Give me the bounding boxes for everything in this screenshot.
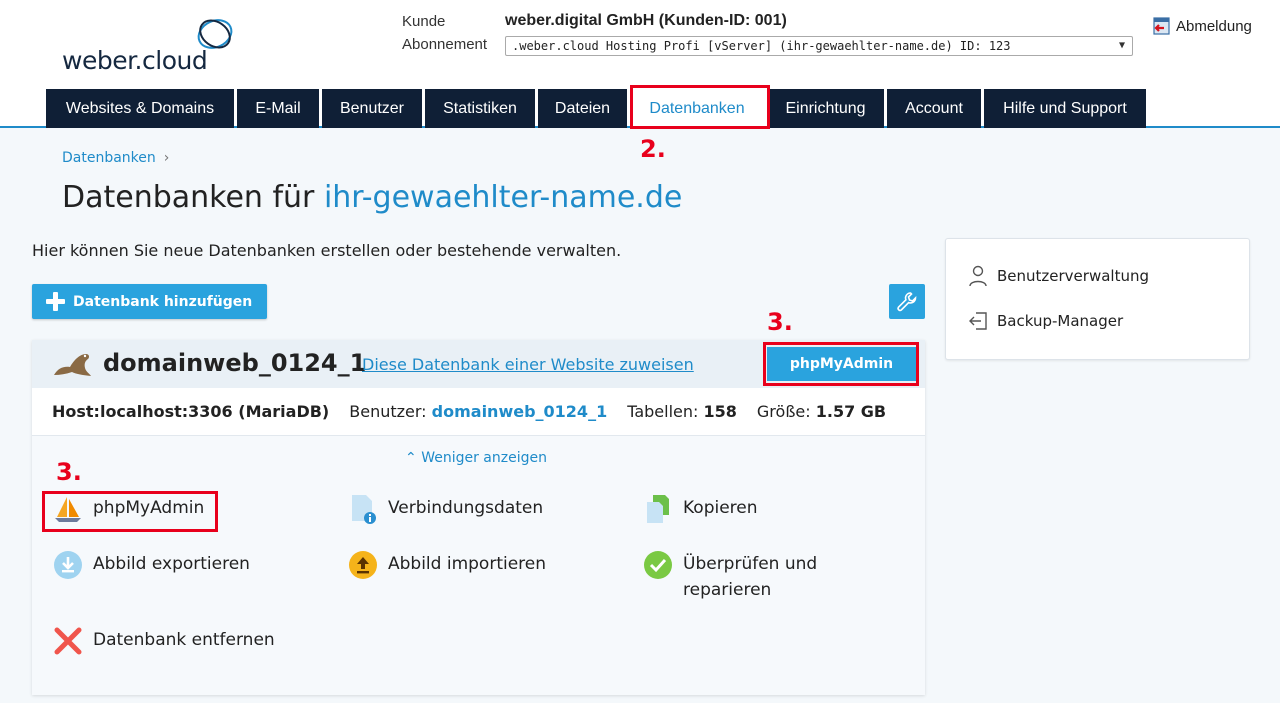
import-upload-icon — [347, 549, 379, 581]
database-name: domainweb_0124_1 — [103, 349, 367, 377]
action-copy-label: Kopieren — [683, 498, 758, 518]
sidebar-item-user-management[interactable]: Benutzerverwaltung — [968, 265, 1149, 287]
action-export-dump[interactable]: Abbild exportieren — [52, 549, 250, 581]
wrench-icon — [897, 291, 917, 311]
mariadb-seal-icon — [54, 354, 91, 376]
nav-help-support[interactable]: Hilfe und Support — [984, 89, 1146, 128]
page-title-prefix: Datenbanken für — [62, 180, 315, 215]
user-label: Benutzer: — [349, 402, 427, 421]
step-annotation-2: 2. — [640, 135, 666, 163]
subscription-select[interactable]: .weber.cloud Hosting Profi [vServer] (ih… — [505, 36, 1133, 56]
logo-text: weber.cloud — [62, 46, 208, 75]
breadcrumb-separator: › — [163, 150, 170, 166]
logo-orbit-icon — [197, 19, 233, 49]
step-annotation-3-top: 3. — [767, 308, 793, 336]
action-connection-info[interactable]: Verbindungsdaten — [347, 493, 543, 525]
add-database-label: Datenbank hinzufügen — [73, 293, 253, 310]
breadcrumb-databases[interactable]: Datenbanken — [62, 150, 156, 166]
sidebar-item-backup-manager-label: Backup-Manager — [997, 312, 1124, 330]
host-label: Host: — [52, 402, 100, 421]
tables-label: Tabellen: — [627, 402, 699, 421]
step-annotation-3-bottom: 3. — [56, 458, 82, 486]
database-actions: ⌃ Weniger anzeigen phpMyAdmin Verbindung… — [32, 436, 925, 695]
highlight-phpmyadmin-action — [42, 491, 218, 532]
action-connection-info-label: Verbindungsdaten — [388, 498, 544, 518]
plus-icon — [46, 292, 65, 311]
action-remove-database-label: Datenbank entfernen — [93, 630, 275, 650]
nav-account[interactable]: Account — [887, 89, 981, 128]
size-value: 1.57 GB — [815, 402, 887, 421]
action-check-repair[interactable]: Überprüfen und reparieren — [642, 549, 817, 603]
tables-value: 158 — [703, 402, 737, 421]
check-circle-icon — [642, 549, 674, 581]
customer-value: weber.digital GmbH (Kunden-ID: 001) — [505, 12, 787, 29]
size-label: Größe: — [756, 402, 811, 421]
nav-setup[interactable]: Einrichtung — [767, 89, 884, 128]
nav-email[interactable]: E-Mail — [237, 89, 319, 128]
host-value: localhost:3306 (MariaDB) — [99, 402, 330, 421]
action-check-repair-label: Überprüfen und reparieren — [683, 554, 818, 600]
chevron-down-icon: ▼ — [1118, 40, 1125, 51]
logout-icon — [1153, 17, 1170, 35]
show-less-label: Weniger anzeigen — [421, 450, 547, 466]
action-copy[interactable]: Kopieren — [642, 493, 758, 525]
logout-link[interactable]: Abmeldung — [1152, 17, 1252, 35]
assign-website-link[interactable]: Diese Datenbank einer Website zuweisen — [362, 355, 694, 374]
highlight-phpmyadmin-button — [763, 342, 919, 386]
action-export-dump-label: Abbild exportieren — [93, 554, 250, 574]
user-icon — [969, 265, 987, 287]
tools-button[interactable] — [889, 284, 925, 319]
nav-files[interactable]: Dateien — [538, 89, 627, 128]
breadcrumb: Datenbanken › — [62, 150, 169, 166]
main-nav: Websites & Domains E-Mail Benutzer Stati… — [46, 89, 1146, 128]
remove-x-icon — [52, 625, 84, 657]
backup-icon — [969, 312, 987, 330]
user-value-link[interactable]: domainweb_0124_1 — [432, 402, 608, 421]
nav-users[interactable]: Benutzer — [322, 89, 422, 128]
add-database-button[interactable]: Datenbank hinzufügen — [32, 284, 267, 319]
sidebar-panel: Benutzerverwaltung Backup-Manager — [945, 238, 1250, 360]
chevron-up-icon: ⌃ — [405, 450, 417, 466]
sidebar-item-backup-manager[interactable]: Backup-Manager — [968, 311, 1123, 331]
action-import-dump-label: Abbild importieren — [388, 554, 547, 574]
sidebar-item-user-management-label: Benutzerverwaltung — [997, 267, 1149, 285]
nav-statistics[interactable]: Statistiken — [425, 89, 535, 128]
logo[interactable]: weber.cloud — [62, 12, 242, 75]
subscription-value: .weber.cloud Hosting Profi [vServer] (ih… — [512, 39, 1011, 53]
export-download-icon — [52, 549, 84, 581]
action-import-dump[interactable]: Abbild importieren — [347, 549, 546, 581]
database-info-row: Host: localhost:3306 (MariaDB) Benutzer: … — [32, 388, 925, 436]
copy-icon — [642, 493, 674, 525]
intro-text: Hier können Sie neue Datenbanken erstell… — [32, 241, 622, 260]
nav-websites-domains[interactable]: Websites & Domains — [46, 89, 234, 128]
page-title: Datenbanken für ihr-gewaehlter-name.de — [62, 180, 682, 215]
action-remove-database[interactable]: Datenbank entfernen — [52, 625, 275, 657]
show-less-toggle[interactable]: ⌃ Weniger anzeigen — [405, 450, 547, 466]
highlight-nav-databases — [630, 85, 770, 129]
customer-label: Kunde — [402, 13, 446, 30]
connection-info-icon — [347, 493, 379, 525]
page-title-domain[interactable]: ihr-gewaehlter-name.de — [324, 180, 682, 215]
logout-label: Abmeldung — [1176, 17, 1252, 35]
subscription-label: Abonnement — [402, 36, 488, 53]
